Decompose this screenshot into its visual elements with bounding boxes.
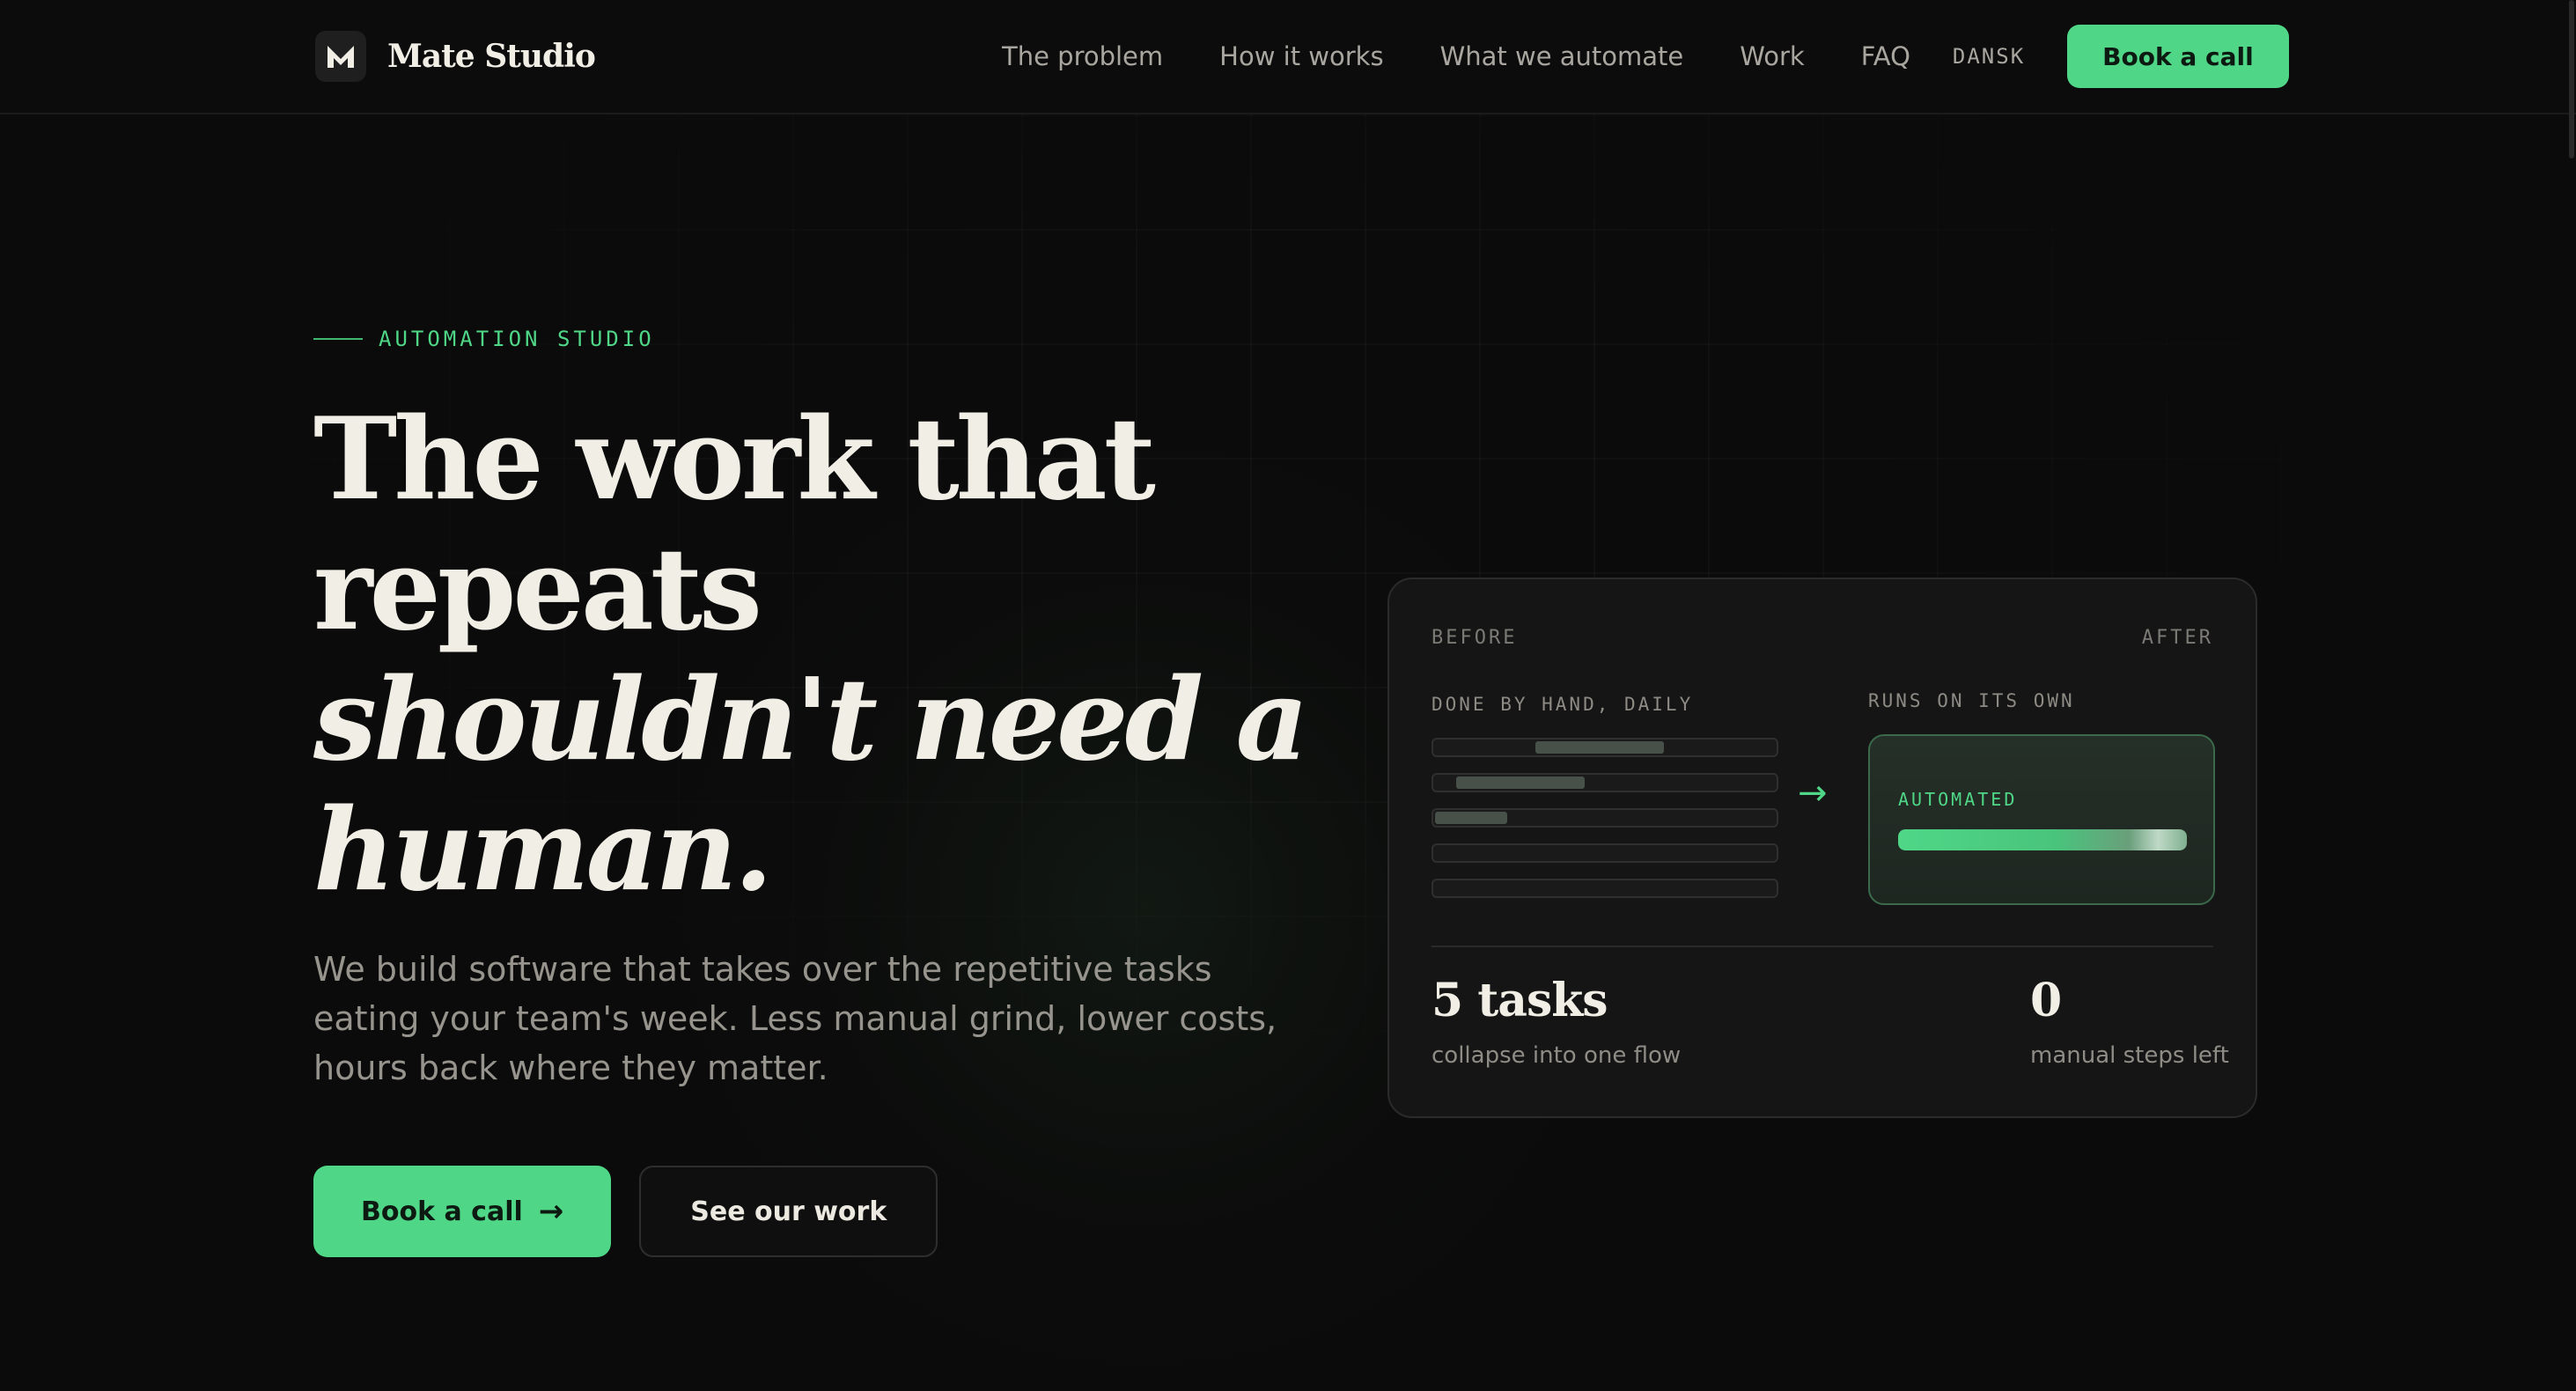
brand-home-link[interactable]: Mate Studio <box>315 30 596 83</box>
main-nav: The problem How it works What we automat… <box>1002 25 2289 88</box>
manual-task-bar <box>1432 808 1778 828</box>
automated-flow-box: AUTOMATED <box>1868 734 2215 905</box>
eyebrow-rule <box>313 338 363 340</box>
book-call-button[interactable]: Book a call → <box>313 1166 612 1257</box>
before-label: BEFORE <box>1432 627 1518 649</box>
manual-task-bar <box>1432 773 1778 792</box>
headline-line-1: The work that <box>313 394 1156 526</box>
before-after-card: BEFORE AFTER DONE BY HAND, DAILY RUNS ON… <box>1387 578 2257 1118</box>
eyebrow: AUTOMATION STUDIO <box>313 327 655 351</box>
arrow-right-icon: → <box>538 1194 564 1229</box>
nav-link-work[interactable]: Work <box>1740 41 1804 71</box>
headline-italic-line-1: shouldn't need a <box>313 654 1309 786</box>
arrow-right-icon: → <box>1798 773 1828 813</box>
automated-label: AUTOMATED <box>1898 789 2018 810</box>
site-header: Mate Studio The problem How it works Wha… <box>0 0 2576 114</box>
automated-tasks-label: RUNS ON ITS OWN <box>1868 690 2075 711</box>
logo-icon <box>315 31 366 82</box>
manual-task-bar <box>1432 879 1778 898</box>
eyebrow-label: AUTOMATION STUDIO <box>379 327 655 351</box>
card-divider <box>1432 946 2213 947</box>
manual-task-bar <box>1432 843 1778 863</box>
manual-task-bar <box>1432 738 1778 757</box>
stat-tasks-value: 5 tasks <box>1432 974 1608 1027</box>
stat-tasks-caption: collapse into one flow <box>1432 1042 1682 1069</box>
hero-subcopy: We build software that takes over the re… <box>313 950 1277 1087</box>
headline-line-2: repeats <box>313 524 762 656</box>
automated-progress-fill <box>1898 829 2187 850</box>
nav-link-what-we-automate[interactable]: What we automate <box>1440 41 1684 71</box>
brand-name: Mate Studio <box>387 38 596 75</box>
language-toggle[interactable]: DANSK <box>1953 44 2025 69</box>
after-label: AFTER <box>2141 627 2213 649</box>
manual-task-list <box>1432 738 1778 914</box>
header-book-call-button[interactable]: Book a call <box>2067 25 2289 88</box>
hero-cta-row: Book a call → See our work <box>313 1166 938 1257</box>
manual-tasks-label: DONE BY HAND, DAILY <box>1432 694 1694 715</box>
see-our-work-button[interactable]: See our work <box>639 1166 938 1257</box>
stat-manual-steps-caption: manual steps left <box>2030 1042 2229 1069</box>
nav-link-how-it-works[interactable]: How it works <box>1219 41 1383 71</box>
automated-progress-track <box>1898 829 2187 850</box>
stat-manual-steps-value: 0 <box>2030 974 2062 1027</box>
headline-italic-line-2: human. <box>313 784 773 916</box>
hero-headline: The work that repeats shouldn't need a h… <box>313 394 1370 916</box>
scrollbar-thumb[interactable] <box>2569 0 2574 158</box>
nav-link-faq[interactable]: FAQ <box>1861 41 1910 71</box>
book-call-label: Book a call <box>361 1196 523 1227</box>
nav-link-the-problem[interactable]: The problem <box>1002 41 1163 71</box>
